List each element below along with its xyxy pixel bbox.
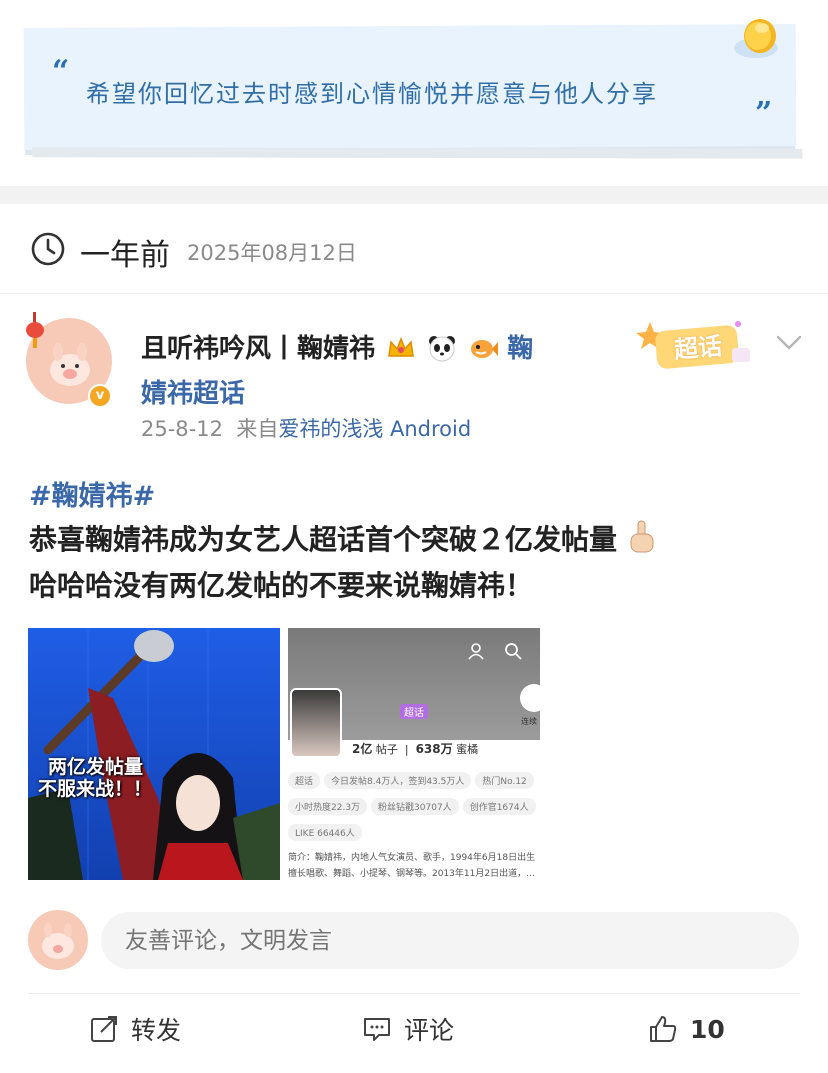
memory-banner: “ 希望你回忆过去时感到心情愉悦并愿意与他人分享 ” (0, 0, 828, 186)
quote-open-mark: “ (52, 54, 70, 89)
post-image-1[interactable]: 两亿发帖量 不服来战！！ (28, 628, 280, 880)
relative-time: 一年前 (80, 238, 170, 273)
like-button[interactable]: 10 (648, 1012, 725, 1046)
quote-text: 希望你回忆过去时感到心情愉悦并愿意与他人分享 (86, 80, 658, 108)
pig-avatar-icon (50, 343, 90, 386)
fish-icon (471, 340, 499, 358)
post-image-2[interactable]: 连续 超话 2亿 帖子 | 638万 蜜橘 超话 今日发帖8.4万人，签到43.5… (288, 628, 540, 880)
supertopic-badge-label: 超话 (673, 331, 724, 365)
comment-input[interactable] (101, 912, 799, 969)
supertopic-link[interactable]: 婧祎超话 (141, 373, 245, 410)
repost-icon (91, 1016, 117, 1042)
username-text: 且听祎吟风丨鞠婧祎 (141, 334, 376, 364)
stat-chip: 今日发帖8.4万人，签到43.5万人 (324, 772, 472, 789)
comment-label: 评论 (404, 1016, 455, 1045)
quote-close-mark: ” (755, 96, 773, 131)
crown-icon (388, 336, 414, 357)
stats-row-3: LIKE 66446人 (288, 824, 366, 841)
topic-cover (290, 688, 342, 758)
clock-icon (31, 232, 65, 266)
post-text-1: 恭喜鞠婧祎成为女艺人超话首个突破２亿发帖量 (29, 523, 618, 556)
divider (28, 993, 800, 994)
memory-date-row: 一年前 2025年08月12日 (0, 204, 828, 294)
like-count: 10 (690, 1014, 725, 1044)
repost-button[interactable]: 转发 (89, 1012, 181, 1046)
supertopic-badge[interactable]: 超话 (632, 316, 756, 372)
topic-tag: 超话 (400, 704, 428, 719)
chevron-down-icon[interactable] (776, 334, 802, 352)
post-text-line-1: 恭喜鞠婧祎成为女艺人超话首个突破２亿发帖量 (29, 518, 657, 558)
my-avatar (28, 910, 88, 970)
post-meta: 25-8-12 来自爱祎的浅浅 Android (141, 413, 471, 443)
post-date: 25-8-12 (141, 417, 223, 441)
stat-chip: 粉丝钻戳30707人 (371, 798, 459, 815)
topic-description: 简介：鞠婧祎，内地人气女演员、歌手，1994年6月18日出生 擅长唱歌、舞蹈、小… (288, 850, 540, 880)
stat-chip: 小时热度22.3万 (288, 798, 368, 815)
source-prefix: 来自 (236, 417, 279, 441)
post-text-line-2: 哈哈哈没有两亿发帖的不要来说鞠婧祎！ (29, 569, 534, 602)
fans-value: 638万 (415, 742, 453, 756)
checkin-label: 连续 (521, 717, 537, 726)
description-line-2: 擅长唱歌、舞蹈、小提琴、钢琴等。2013年11月2日出道，… (288, 869, 536, 879)
source-link[interactable]: 爱祎的浅浅 Android (278, 417, 471, 441)
stats-row-2: 小时热度22.3万 粉丝钻戳30707人 创作官1674人 (288, 798, 540, 815)
stat-chip: 超话 (288, 772, 321, 789)
user-search-icon (468, 643, 484, 660)
stat-chip: 热门No.12 (475, 772, 534, 789)
stat-chip: LIKE 66446人 (288, 824, 362, 841)
stats-row-1: 超话 今日发帖8.4万人，签到43.5万人 热门No.12 (288, 772, 538, 789)
section-gap (0, 186, 828, 204)
description-line-1: 简介：鞠婧祎，内地人气女演员、歌手，1994年6月18日出生 (288, 853, 536, 863)
image1-caption: 两亿发帖量 不服来战！！ (38, 756, 152, 800)
pig-avatar-icon (42, 923, 74, 959)
repost-label: 转发 (131, 1016, 182, 1045)
image1-caption-1: 两亿发帖量 (48, 756, 144, 778)
gold-coin-icon (734, 19, 778, 58)
thumbs-up-icon (650, 1016, 677, 1042)
username[interactable]: 且听祎吟风丨鞠婧祎 鞠 (141, 328, 533, 365)
comment-button[interactable]: 评论 (362, 1012, 454, 1046)
supertopic-link-start[interactable]: 鞠 (507, 334, 533, 364)
posts-label: 帖子 (375, 743, 398, 756)
costume-photo (28, 628, 280, 880)
topic-stats: 2亿 帖子 | 638万 蜜橘 (352, 742, 479, 756)
posts-value: 2亿 (352, 742, 373, 756)
comment-icon (364, 1018, 390, 1041)
lantern-icon (26, 312, 44, 348)
fans-label: 蜜橘 (456, 743, 479, 756)
search-icon (505, 643, 522, 660)
panda-icon (429, 336, 456, 362)
verified-badge: v (88, 384, 112, 408)
hashtag-link[interactable]: #鞠婧祎# (29, 474, 155, 513)
memory-date: 2025年08月12日 (187, 241, 357, 265)
image1-caption-2: 不服来战！！ (38, 778, 153, 800)
checkin-icon (520, 684, 540, 712)
pointing-finger-icon (630, 520, 654, 553)
stat-chip: 创作官1674人 (462, 798, 536, 815)
